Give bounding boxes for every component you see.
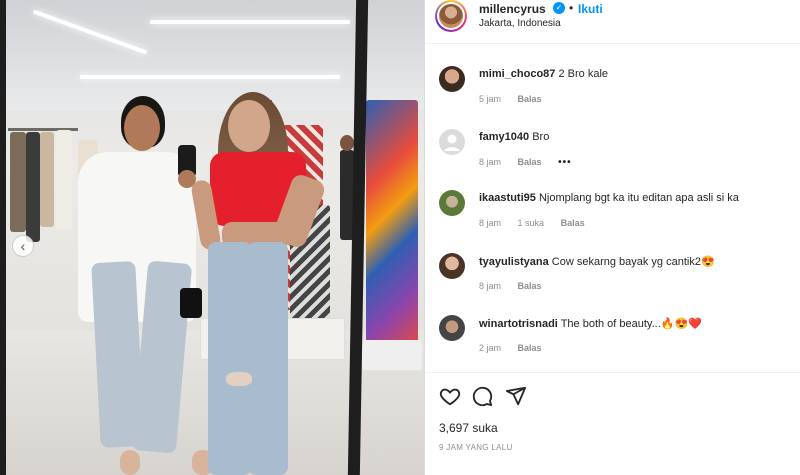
share-icon[interactable]: [505, 385, 527, 407]
comment-item: ikaastuti95 Njomplang bgt ka itu editan …: [425, 190, 800, 250]
comment-text: The both of beauty...🔥😍❤️: [560, 318, 702, 330]
photo-light: [150, 20, 350, 24]
comment-username[interactable]: tyayulistyana: [479, 256, 549, 268]
comment-line: ikaastuti95 Njomplang bgt ka itu editan …: [479, 192, 739, 204]
clothing-item: [56, 130, 72, 230]
clothing-item: [366, 100, 418, 350]
post-username[interactable]: millencyrus: [479, 2, 546, 16]
mirror-frame: [0, 0, 6, 475]
comment-likes[interactable]: 1 suka: [518, 218, 545, 228]
chevron-left-icon[interactable]: ‹: [12, 235, 34, 257]
shoe: [120, 450, 140, 475]
comment-time[interactable]: 8 jam: [479, 218, 501, 228]
person-face: [228, 100, 270, 152]
comment-item: mimi_choco87 2 Bro kale 5 jam Balas: [425, 66, 800, 126]
comment-text: Bro: [532, 131, 550, 143]
reply-button[interactable]: Balas: [518, 281, 542, 291]
post-actions: 3,697 suka 9 JAM YANG LALU: [425, 372, 800, 475]
reply-button[interactable]: Balas: [561, 218, 585, 228]
post-header: millencyrus ✓ • Ikuti Jakarta, Indonesia: [425, 0, 800, 44]
photo-light: [80, 75, 340, 79]
comment-meta: 8 jam 1 suka Balas: [479, 218, 599, 228]
person-face: [124, 105, 160, 151]
comment-username[interactable]: winartotrisnadi: [479, 318, 558, 330]
reply-button[interactable]: Balas: [518, 343, 542, 353]
comment-line: winartotrisnadi The both of beauty...🔥😍❤…: [479, 317, 702, 330]
clothing-item: [40, 132, 54, 227]
comment-meta: 8 jam Balas •••: [479, 157, 586, 168]
comment-item: tyayulistyana Cow sekarng bayak yg canti…: [425, 253, 800, 313]
comment-time[interactable]: 8 jam: [479, 281, 501, 291]
clothing-item: [10, 132, 26, 232]
comment-time[interactable]: 5 jam: [479, 94, 501, 104]
post-location[interactable]: Jakarta, Indonesia: [479, 18, 561, 29]
comment-icon[interactable]: [471, 385, 493, 407]
comment-text: Cow sekarng bayak yg cantik2😍: [551, 256, 715, 268]
comment-username[interactable]: mimi_choco87: [479, 68, 555, 80]
comment-time[interactable]: 8 jam: [479, 157, 501, 167]
avatar[interactable]: [439, 315, 465, 341]
comment-line: famy1040 Bro: [479, 131, 549, 143]
post-photo[interactable]: ‹: [0, 0, 424, 475]
follow-button[interactable]: Ikuti: [578, 2, 603, 16]
comment-item: famy1040 Bro 8 jam Balas •••: [425, 129, 800, 189]
bystander-head: [340, 135, 354, 151]
comment-username[interactable]: ikaastuti95: [479, 192, 536, 204]
jeans: [208, 242, 252, 475]
display-stand: [362, 340, 422, 370]
comment-username[interactable]: famy1040: [479, 131, 529, 143]
comment-text: Njomplang bgt ka itu editan apa asli si …: [538, 192, 739, 204]
avatar[interactable]: [439, 129, 465, 155]
separator-dot: •: [569, 1, 574, 15]
reply-button[interactable]: Balas: [518, 157, 542, 167]
comment-line: tyayulistyana Cow sekarng bayak yg canti…: [479, 255, 715, 268]
clothing-item: [26, 132, 40, 242]
verified-badge-icon: ✓: [553, 2, 565, 14]
avatar[interactable]: [435, 0, 467, 32]
comment-item: winartotrisnadi The both of beauty...🔥😍❤…: [425, 315, 800, 375]
like-count[interactable]: 3,697 suka: [439, 421, 498, 435]
more-options-icon[interactable]: •••: [558, 157, 572, 168]
post-time[interactable]: 9 JAM YANG LALU: [439, 443, 513, 452]
avatar[interactable]: [439, 66, 465, 92]
jeans: [248, 242, 288, 475]
comment-text: 2 Bro kale: [558, 68, 609, 80]
comment-meta: 8 jam Balas: [479, 281, 556, 291]
post-sidebar: millencyrus ✓ • Ikuti Jakarta, Indonesia…: [424, 0, 800, 475]
avatar[interactable]: [439, 190, 465, 216]
avatar[interactable]: [439, 253, 465, 279]
ripped-knee: [226, 372, 252, 386]
comment-meta: 2 jam Balas: [479, 343, 556, 353]
heart-icon[interactable]: [439, 385, 461, 407]
reply-button[interactable]: Balas: [518, 94, 542, 104]
comment-line: mimi_choco87 2 Bro kale: [479, 68, 608, 80]
handbag: [180, 288, 202, 318]
comment-meta: 5 jam Balas: [479, 94, 556, 104]
comment-time[interactable]: 2 jam: [479, 343, 501, 353]
